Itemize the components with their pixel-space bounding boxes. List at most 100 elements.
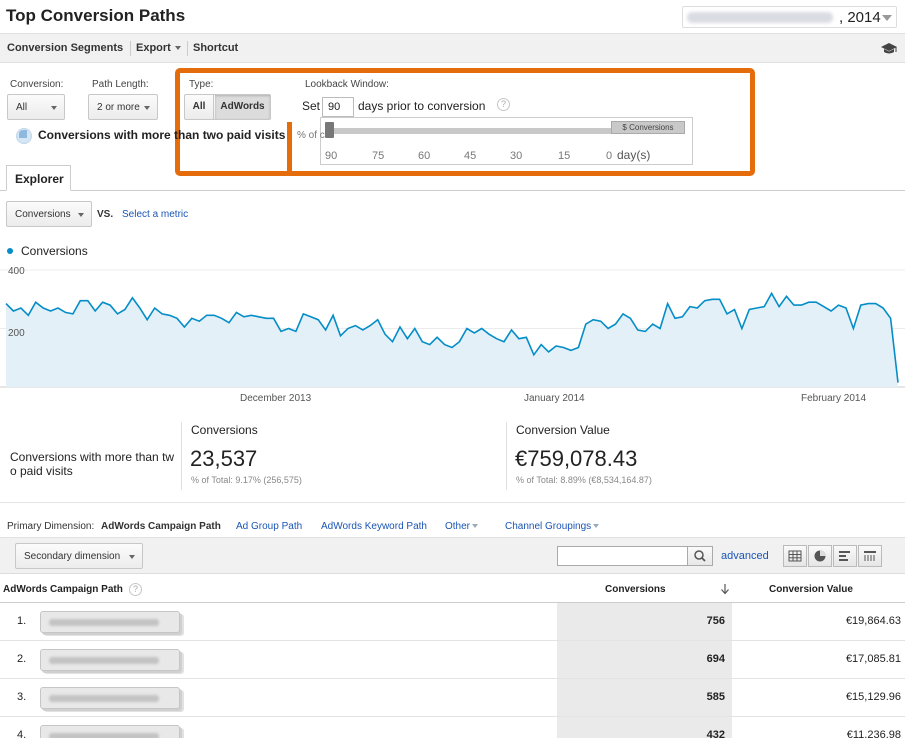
y-tick-label: 200 — [8, 328, 25, 339]
search-icon — [694, 550, 706, 562]
slider-tick: 90 — [325, 150, 338, 162]
dimension-channel-groupings-menu[interactable]: Channel Groupings — [505, 521, 600, 532]
chevron-down-icon — [144, 106, 150, 110]
table-view-icon — [788, 550, 802, 562]
dimension-other-label: Other — [445, 521, 471, 532]
dimension-other-menu[interactable]: Other — [445, 521, 479, 532]
days-prior-label: days prior to conversion — [358, 99, 486, 113]
segment-pie-slice — [19, 130, 27, 138]
date-range-picker[interactable]: , 2014 — [682, 6, 897, 28]
row-conversions: 756 — [706, 615, 725, 627]
path-length-label: Path Length: — [92, 79, 149, 90]
lookback-slider-track[interactable] — [329, 128, 619, 134]
path-chip-redacted[interactable] — [40, 649, 180, 671]
conversion-dropdown[interactable]: All — [7, 94, 65, 120]
metric-dropdown[interactable]: Conversions — [6, 201, 92, 227]
path-chip-redacted[interactable] — [40, 725, 180, 738]
graduation-cap-icon[interactable] — [880, 42, 898, 56]
slider-tick: 0 — [606, 150, 613, 162]
slider-tick: 15 — [558, 150, 571, 162]
y-tick-label: 400 — [8, 266, 25, 277]
tab-divider — [0, 190, 905, 191]
column-header-path[interactable]: AdWords Campaign Path — [3, 584, 123, 595]
column-header-conversions[interactable]: Conversions — [605, 584, 666, 595]
path-chip-redacted[interactable] — [40, 687, 180, 709]
secondary-dimension-dropdown[interactable]: Secondary dimension — [15, 543, 143, 569]
row-conversion-value: €15,129.96 — [845, 691, 901, 703]
redacted-text — [49, 695, 159, 702]
highlight-annotation-tail — [287, 122, 292, 176]
dimension-channel-groupings-label: Channel Groupings — [505, 521, 592, 532]
chevron-down-icon — [882, 15, 892, 21]
date-range-year: , 2014 — [839, 9, 881, 26]
x-tick-label: February 2014 — [801, 393, 866, 404]
type-toggle: All AdWords — [184, 94, 271, 120]
help-icon[interactable]: ? — [129, 583, 142, 596]
row-number: 3. — [17, 691, 27, 703]
view-pivot-button[interactable] — [858, 545, 882, 567]
metric-value: Conversions — [15, 209, 71, 220]
vs-label: VS. — [97, 209, 114, 220]
chevron-down-icon — [78, 213, 84, 217]
dimension-adwords-campaign-path[interactable]: AdWords Campaign Path — [101, 521, 221, 532]
lookback-window-label: Lookback Window: — [305, 79, 389, 90]
conversions-chart[interactable]: 400 200 December 2013 January 2014 Febru… — [0, 262, 905, 407]
table-header: AdWords Campaign Path ? Conversions Conv… — [0, 573, 905, 603]
chevron-down-icon — [593, 524, 600, 529]
section-divider — [0, 502, 905, 503]
legend-marker — [7, 248, 13, 254]
lookback-days-input[interactable]: 90 — [322, 97, 354, 117]
row-conversion-value: €17,085.81 — [845, 653, 901, 665]
path-chip-redacted[interactable] — [40, 611, 180, 633]
shortcut-button[interactable]: Shortcut — [193, 42, 238, 54]
x-tick-label: December 2013 — [240, 393, 312, 404]
row-conversions: 585 — [706, 691, 725, 703]
table-row: 2. 694 €17,085.81 — [0, 641, 905, 679]
row-number: 2. — [17, 653, 27, 665]
type-adwords-button[interactable]: AdWords — [215, 95, 270, 119]
tab-explorer[interactable]: Explorer — [6, 165, 71, 191]
view-pie-button[interactable] — [808, 545, 832, 567]
path-length-dropdown[interactable]: 2 or more — [88, 94, 158, 120]
table-row: 4. 432 €11,236.98 — [0, 717, 905, 738]
summary-conversions-value: 23,537 — [190, 446, 258, 471]
segment-name: Conversions with more than two paid visi… — [38, 128, 286, 142]
bar-chart-icon — [839, 551, 850, 561]
page-title: Top Conversion Paths — [6, 6, 186, 25]
legend-label[interactable]: Conversions — [21, 244, 88, 258]
row-conversions: 432 — [706, 729, 725, 738]
help-icon[interactable]: ? — [497, 98, 510, 111]
sort-descending-icon[interactable] — [720, 583, 730, 595]
view-table-button[interactable] — [783, 545, 807, 567]
slider-conversions-marker: $ Conversions — [611, 121, 685, 134]
conversion-segments-button[interactable]: Conversion Segments — [7, 42, 123, 54]
segment-percent-truncated: % of co — [297, 130, 331, 141]
date-range-redacted — [687, 12, 833, 23]
summary-conversions-title: Conversions — [191, 423, 258, 437]
table-search-input[interactable] — [557, 546, 688, 566]
primary-dimension-label: Primary Dimension: — [7, 521, 95, 532]
column-header-conversion-value[interactable]: Conversion Value — [769, 584, 853, 595]
select-metric-link[interactable]: Select a metric — [122, 209, 188, 220]
toolbar-divider — [130, 41, 131, 56]
export-menu[interactable]: Export — [136, 42, 181, 54]
advanced-filter-link[interactable]: advanced — [721, 550, 769, 562]
row-conversion-value: €11,236.98 — [846, 729, 901, 738]
set-label: Set — [302, 99, 321, 113]
table-search-button[interactable] — [687, 546, 713, 566]
dimension-adwords-keyword-path[interactable]: AdWords Keyword Path — [321, 521, 427, 532]
type-all-button[interactable]: All — [185, 95, 214, 119]
redacted-text — [49, 657, 159, 664]
redacted-text — [49, 733, 159, 738]
slider-tick: 75 — [372, 150, 385, 162]
view-performance-button[interactable] — [833, 545, 857, 567]
row-number: 1. — [17, 615, 27, 627]
path-length-value: 2 or more — [97, 102, 140, 113]
segment-summary-label: Conversions with more than two paid visi… — [10, 450, 175, 478]
export-label: Export — [136, 42, 171, 54]
slider-unit: day(s) — [617, 148, 651, 162]
row-conversion-value: €19,864.63 — [845, 615, 901, 627]
dimension-ad-group-path[interactable]: Ad Group Path — [236, 521, 302, 532]
table-row: 1. 756 €19,864.63 — [0, 603, 905, 641]
chevron-down-icon — [174, 46, 181, 51]
